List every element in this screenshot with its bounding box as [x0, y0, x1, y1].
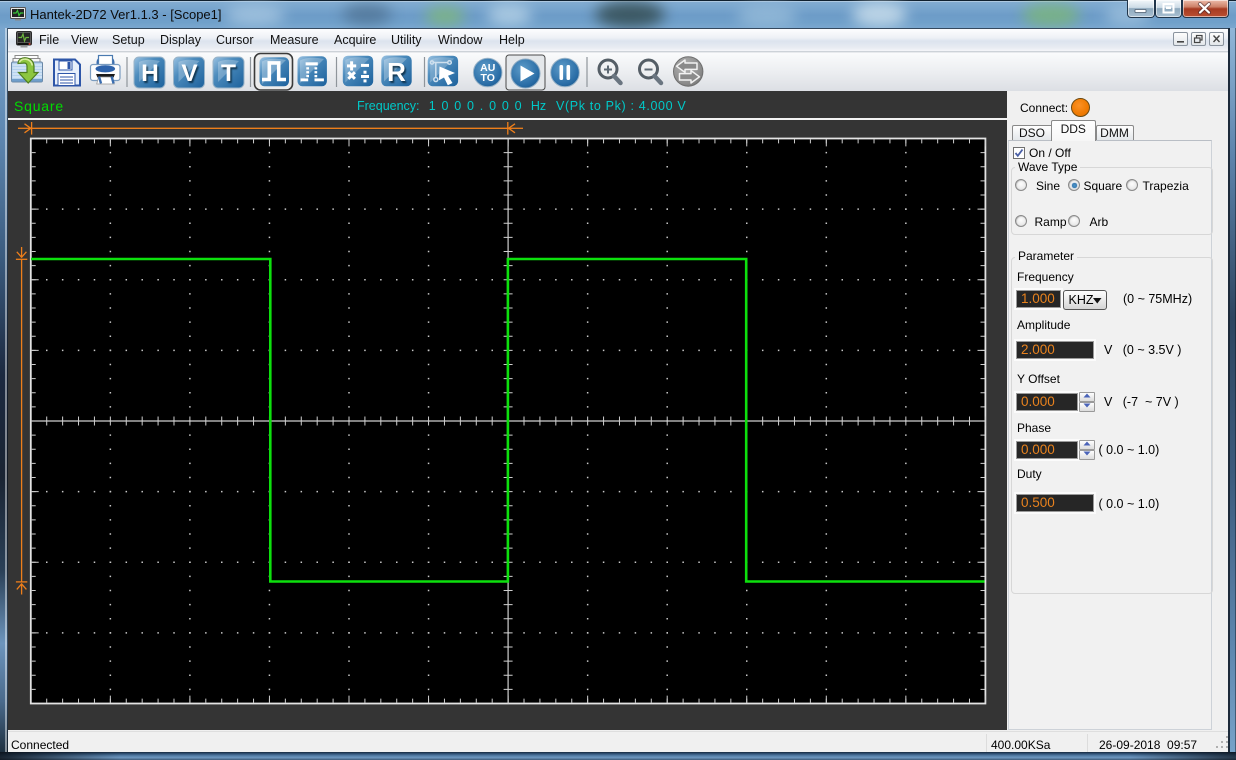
- svg-text:H: H: [141, 60, 159, 87]
- svg-text:TO: TO: [480, 72, 494, 84]
- svg-text:V: V: [181, 60, 198, 87]
- svg-text:R: R: [387, 57, 406, 87]
- svg-text:T: T: [221, 60, 236, 87]
